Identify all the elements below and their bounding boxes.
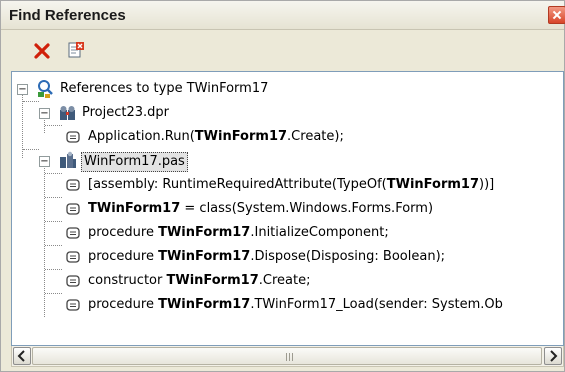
scroll-right-button[interactable] xyxy=(544,347,562,365)
references-tree[interactable]: − References to type TWinForm17 − Projec… xyxy=(11,71,564,346)
red-x-icon xyxy=(34,43,50,59)
references-icon xyxy=(38,80,53,98)
reference-line-icon xyxy=(66,227,80,239)
delete-reference-button[interactable] xyxy=(31,40,53,62)
tree-root-row[interactable]: − References to type TWinForm17 xyxy=(12,77,563,101)
tree-item-label: procedure TWinForm17.Dispose(Disposing: … xyxy=(88,249,446,264)
clear-results-button[interactable] xyxy=(65,40,87,62)
chevron-left-icon xyxy=(17,350,25,362)
title-bar: Find References xyxy=(1,1,565,30)
tree-item-row[interactable]: procedure TWinForm17.InitializeComponent… xyxy=(12,221,563,245)
toolbar xyxy=(1,31,564,69)
tree-group-label-selected: WinForm17.pas xyxy=(81,152,188,172)
panel-title: Find References xyxy=(9,7,126,24)
reference-line-icon xyxy=(66,299,80,311)
tree-root-label: References to type TWinForm17 xyxy=(60,81,269,96)
scroll-left-button[interactable] xyxy=(13,347,31,365)
grip-icon xyxy=(286,353,295,361)
tree-item-row[interactable]: TWinForm17 = class(System.Windows.Forms.… xyxy=(12,197,563,221)
reference-line-icon xyxy=(66,203,80,215)
reference-line-icon xyxy=(66,251,80,263)
tree-group-row[interactable]: − Project23.dpr xyxy=(12,101,563,125)
collapse-icon[interactable]: − xyxy=(39,108,50,119)
reference-line-icon xyxy=(66,275,80,287)
tree-item-label: Application.Run(TWinForm17.Create); xyxy=(88,129,344,144)
collapse-icon[interactable]: − xyxy=(39,156,50,167)
horizontal-scrollbar[interactable] xyxy=(11,346,564,367)
tree-item-row[interactable]: procedure TWinForm17.Dispose(Disposing: … xyxy=(12,245,563,269)
reference-line-icon xyxy=(66,179,80,191)
tree-item-label: procedure TWinForm17.InitializeComponent… xyxy=(88,225,389,240)
tree-group-row[interactable]: − WinForm17.pas xyxy=(12,149,563,173)
scroll-thumb[interactable] xyxy=(32,347,542,365)
tree-item-row[interactable]: constructor TWinForm17.Create; xyxy=(12,269,563,293)
tree-item-row[interactable]: procedure TWinForm17.TWinForm17_Load(sen… xyxy=(12,293,563,317)
unit-file-icon xyxy=(60,151,76,168)
chevron-right-icon xyxy=(550,350,558,362)
tree-item-row[interactable]: Application.Run(TWinForm17.Create); xyxy=(12,125,563,149)
clear-results-icon xyxy=(68,42,84,58)
find-references-panel: Find References − References to type TWi… xyxy=(0,0,565,372)
tree-item-label: [assembly: RuntimeRequiredAttribute(Type… xyxy=(88,177,495,192)
tree-item-label: TWinForm17 = class(System.Windows.Forms.… xyxy=(88,201,434,216)
tree-item-label: procedure TWinForm17.TWinForm17_Load(sen… xyxy=(88,297,503,312)
collapse-icon[interactable]: − xyxy=(17,84,28,95)
tree-item-row[interactable]: [assembly: RuntimeRequiredAttribute(Type… xyxy=(12,173,563,197)
tree-item-label: constructor TWinForm17.Create; xyxy=(88,273,311,288)
reference-line-icon xyxy=(66,131,80,143)
close-icon[interactable] xyxy=(548,6,565,24)
tree-group-label: Project23.dpr xyxy=(82,105,170,120)
project-icon xyxy=(60,106,75,120)
